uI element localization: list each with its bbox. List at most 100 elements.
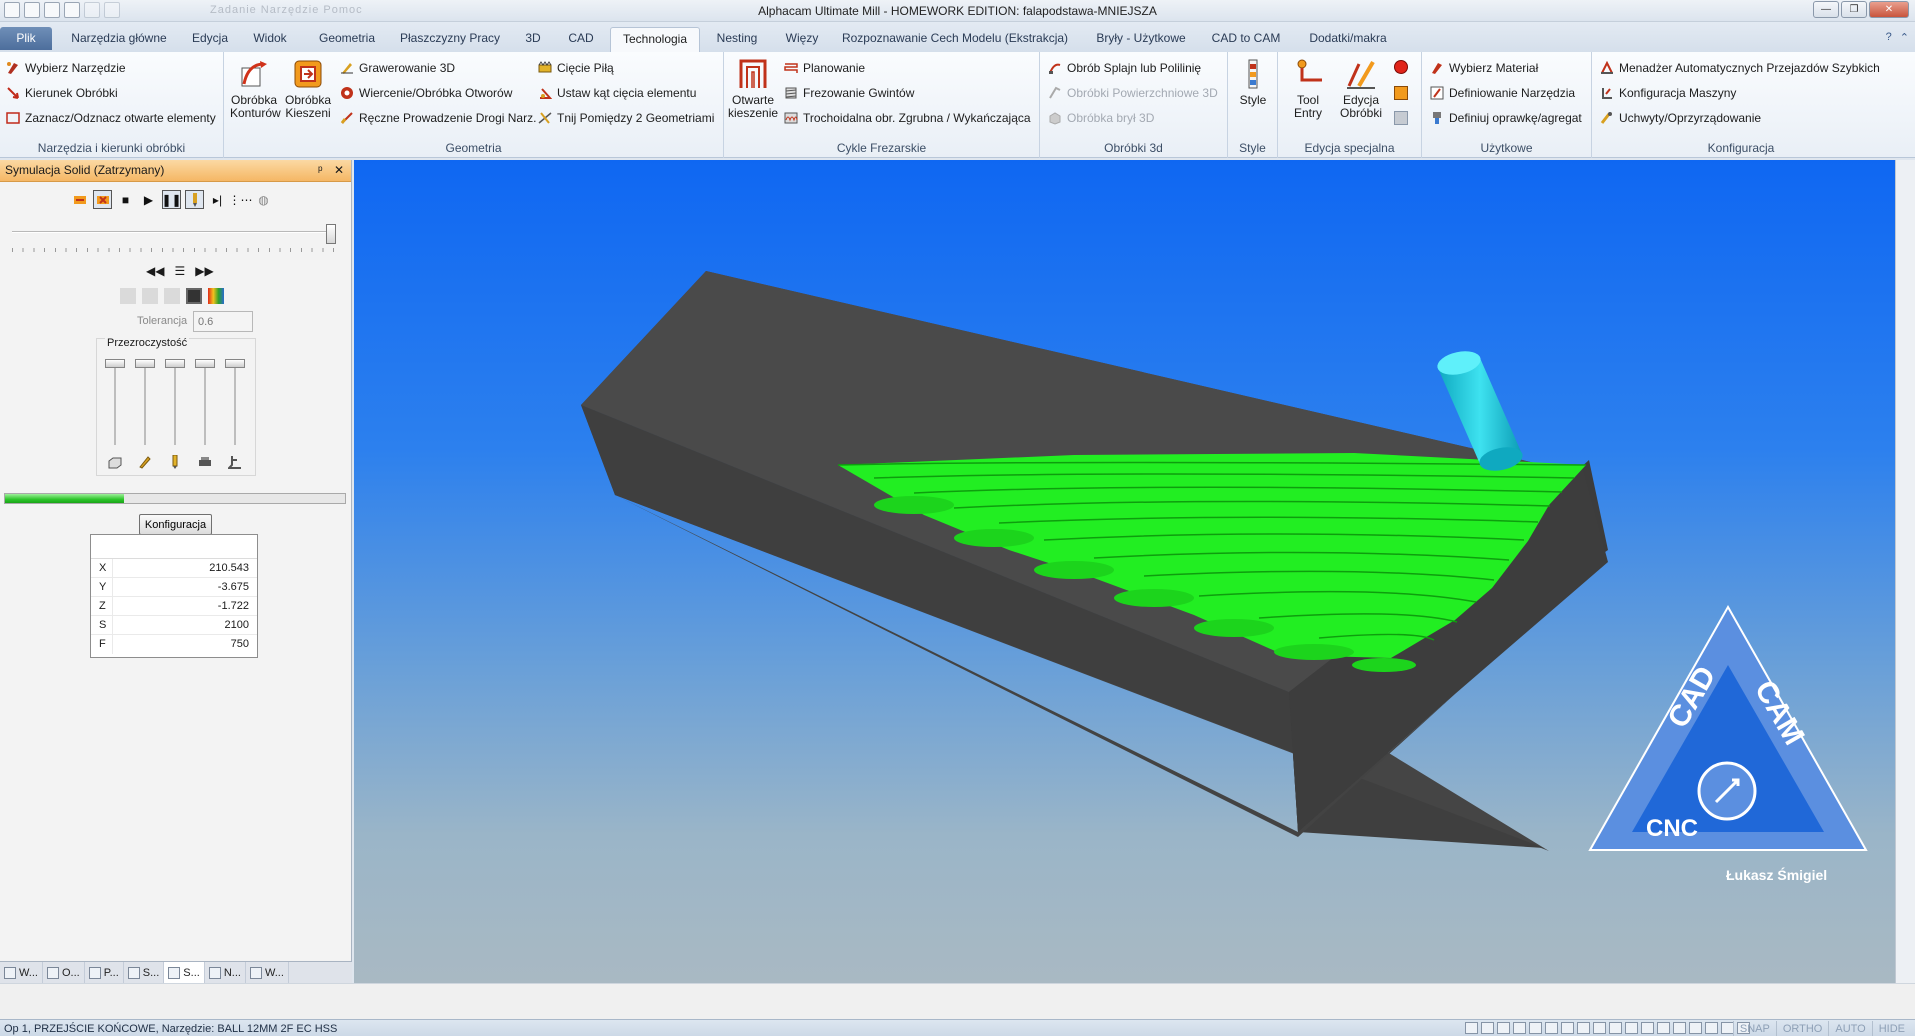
tab-bryly-uzytkowe[interactable]: Bryły - Użytkowe [1088,27,1194,50]
view-solid-icon[interactable] [1609,1022,1622,1034]
simulation-speed-thumb[interactable] [326,224,336,244]
view-front-icon[interactable] [1497,1022,1510,1034]
bottom-tab-w2[interactable]: W... [246,962,289,983]
save-stl-icon[interactable] [186,288,202,304]
bottom-tab-o[interactable]: O... [43,962,85,983]
frezowanie-gwintow-button[interactable]: Frezowanie Gwintów [784,86,914,100]
style-button[interactable]: Style [1234,58,1272,107]
bottom-tab-p[interactable]: P... [85,962,124,983]
ortho-toggle[interactable]: ORTHO [1775,1021,1829,1036]
view-shade-icon[interactable] [1657,1022,1670,1034]
transparency-slider-fixture[interactable] [195,359,215,466]
definiowanie-narzedzia-button[interactable]: Definiowanie Narzędzia [1430,86,1575,100]
rapid-icon[interactable]: ⋮⋯ [229,190,253,209]
tab-technologia[interactable]: Technologia [610,27,700,52]
tolerance-input[interactable] [193,311,253,332]
obrobka-kieszeni-button[interactable]: Obróbka Kieszeni [284,58,332,120]
konfiguracja-maszyny-button[interactable]: Konfiguracja Maszyny [1600,86,1736,100]
refresh-icon[interactable] [1394,111,1408,125]
view-iso-icon[interactable] [1529,1022,1542,1034]
close-button[interactable]: ✕ [1869,1,1909,18]
tab-dodatki-makra[interactable]: Dodatki/makra [1300,27,1396,50]
tab-narzedzia-glowne[interactable]: Narzędzia główne [64,27,174,50]
fast-forward-icon[interactable]: ▶▶ [195,264,213,278]
tab-widok[interactable]: Widok [248,27,292,50]
view-axis-icon[interactable] [1513,1022,1526,1034]
run-mode-icon[interactable] [93,190,112,209]
view-light-icon[interactable] [1673,1022,1686,1034]
wybierz-material-button[interactable]: Wybierz Materiał [1430,61,1538,75]
view-grid-icon[interactable] [1689,1022,1702,1034]
minimize-button[interactable]: — [1813,1,1839,18]
view-fit-icon[interactable] [1561,1022,1574,1034]
transparency-slider-tool[interactable] [165,359,185,469]
otwarte-kieszenie-button[interactable]: Otwarte kieszenie [728,58,778,120]
pause-icon[interactable]: ❚❚ [161,190,182,209]
part-view-icon[interactable] [142,288,158,304]
color-map-icon[interactable] [208,288,224,304]
options-icon[interactable]: ◍ [254,190,273,209]
auto-toggle[interactable]: AUTO [1828,1021,1871,1036]
record-icon[interactable] [1394,60,1408,74]
kierunek-obrobki-button[interactable]: Kierunek Obróbki [6,86,118,100]
menadzer-przejazdow-button[interactable]: Menadżer Automatycznych Przejazdów Szybk… [1600,61,1880,75]
step-forward-icon[interactable]: ▸| [208,190,227,209]
tool-view-icon[interactable] [185,190,204,209]
maximize-button[interactable]: ❐ [1841,1,1867,18]
tab-wiezy[interactable]: Więzy [780,27,824,50]
trochoidalna-button[interactable]: Trochoidalna obr. Zgrubna / Wykańczająca [784,111,1031,125]
expand-icon[interactable]: ⌃ [1900,31,1909,44]
tab-plaszczyzny-pracy[interactable]: Płaszczyzny Pracy [398,27,502,50]
view-cube-icon[interactable] [1465,1022,1478,1034]
bottom-tab-s2[interactable]: S... [164,962,205,983]
transparency-slider-holder[interactable] [135,359,155,469]
obrob-splajn-button[interactable]: Obrób Splajn lub Polilinię [1048,61,1201,75]
reczne-prowadzenie-button[interactable]: Ręczne Prowadzenie Drogi Narz. [340,111,536,125]
3d-viewport[interactable]: CAD CAM CNC Łukasz Śmigiel [354,160,1895,983]
zaznacz-odznacz-button[interactable]: Zaznacz/Odznacz otwarte elementy [6,111,216,125]
viewport-side-toolbar[interactable] [1895,160,1915,983]
tool-entry-button[interactable]: Tool Entry [1286,58,1330,120]
view-snap-icon[interactable] [1705,1022,1718,1034]
bottom-tab-n[interactable]: N... [205,962,246,983]
tab-cad[interactable]: CAD [564,27,598,50]
list-icon[interactable]: ☰ [174,264,185,278]
stock-view-icon[interactable] [120,288,136,304]
tab-geometria[interactable]: Geometria [314,27,380,50]
transparency-slider-machine[interactable] [225,359,245,469]
compare-view-icon[interactable] [164,288,180,304]
hide-toggle[interactable]: HIDE [1871,1021,1911,1036]
konfiguracja-button[interactable]: Konfiguracja [139,514,212,535]
edycja-obrobki-button[interactable]: Edycja Obróbki [1336,58,1386,120]
view-top-icon[interactable] [1481,1022,1494,1034]
bottom-tab-w1[interactable]: W... [0,962,43,983]
edit-sequence-icon[interactable] [1394,86,1408,100]
ustaw-kat-button[interactable]: Ustaw kąt cięcia elementu [538,86,696,100]
bottom-tab-s1[interactable]: S... [124,962,165,983]
snap-toggle[interactable]: SNAP [1732,1021,1776,1036]
ciecie-pila-button[interactable]: Cięcie Piłą [538,61,614,75]
tab-edycja[interactable]: Edycja [186,27,234,50]
view-hidden-icon[interactable] [1641,1022,1654,1034]
rewind-icon[interactable]: ◀◀ [146,264,164,278]
grawerowanie-3d-button[interactable]: Grawerowanie 3D [340,61,455,75]
step-mode-icon[interactable] [70,190,89,209]
view-zoom-icon[interactable] [1545,1022,1558,1034]
uchwyty-button[interactable]: Uchwyty/Oprzyrządowanie [1600,111,1761,125]
stop-icon[interactable]: ■ [116,190,135,209]
tab-nesting[interactable]: Nesting [710,27,764,50]
wybierz-narzedzie-button[interactable]: Wybierz Narzędzie [6,61,126,75]
simulation-speed-track[interactable] [12,231,334,233]
help-icon[interactable]: ? [1886,31,1892,44]
play-icon[interactable]: ▶ [139,190,158,209]
planowanie-button[interactable]: Planowanie [784,61,865,75]
pin-icon[interactable]: ᵖ [318,160,323,181]
transparency-slider-stock[interactable] [105,359,125,469]
tab-rozpoznawanie-cech[interactable]: Rozpoznawanie Cech Modelu (Ekstrakcja) [840,27,1070,50]
tab-plik[interactable]: Plik [0,27,52,50]
view-rotate-icon[interactable] [1593,1022,1606,1034]
tnij-pomiedzy-button[interactable]: Tnij Pomiędzy 2 Geometriami [538,111,714,125]
obrobka-konturow-button[interactable]: Obróbka Konturów [230,58,281,120]
tab-3d[interactable]: 3D [520,27,546,50]
definiuj-oprawke-button[interactable]: Definiuj oprawkę/agregat [1430,111,1582,125]
